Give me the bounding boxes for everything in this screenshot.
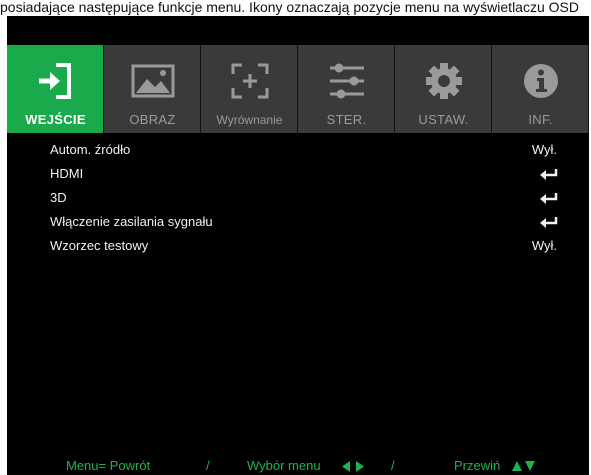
left-right-arrows-icon [342,460,364,475]
tab-info-label: INF. [528,112,553,127]
separator: / [206,458,210,473]
info-icon [492,59,589,103]
input-arrow-icon [7,59,104,103]
sliders-icon [298,59,395,103]
menu-item-signal-power-on[interactable]: Włączenie zasilania sygnału [7,210,589,234]
gear-icon [395,59,492,103]
menu-item-label: Autom. źródło [50,142,131,157]
tab-control-label: STER. [326,112,367,127]
enter-icon [539,216,559,232]
picture-icon [104,59,201,103]
enter-icon [539,192,559,208]
tab-settings[interactable]: USTAW. [395,45,492,133]
up-down-arrows-icon [512,459,536,474]
tab-input-label: WEJŚCIE [25,112,86,127]
menu-item-hdmi[interactable]: HDMI [7,162,589,186]
enter-icon [539,168,559,184]
menu-item-test-pattern[interactable]: Wzorzec testowy Wył. [7,234,589,258]
tab-info[interactable]: INF. [492,45,589,133]
tab-picture-label: OBRAZ [129,112,176,127]
separator: / [391,458,395,473]
menu-item-label: 3D [50,190,67,205]
tab-settings-label: USTAW. [418,112,469,127]
navigation-hint-bar: Menu= Powrót / Wybór menu / Przewiń [7,456,589,475]
menu-item-label: Wzorzec testowy [50,238,149,253]
alignment-icon [201,59,298,103]
input-menu-list: Autom. źródło Wył. HDMI 3D Włączenie zas… [7,138,589,258]
page-caption-fragment: posiadające następujące funkcje menu. Ik… [0,0,579,15]
menu-item-value: Wył. [531,142,557,157]
menu-item-value: Wył. [531,238,557,253]
menu-item-label: HDMI [50,166,84,181]
tab-alignment[interactable]: Wyrównanie [201,45,298,133]
tab-input[interactable]: WEJŚCIE [7,45,104,133]
menu-item-3d[interactable]: 3D [7,186,589,210]
tab-alignment-label: Wyrównanie [216,113,283,127]
osd-menu: WEJŚCIE OBRAZ Wyrównanie STER. USTAW. IN… [7,16,589,475]
scroll-hint: Przewiń [454,458,501,473]
menu-item-auto-source[interactable]: Autom. źródło Wył. [7,138,589,162]
menu-tabs: WEJŚCIE OBRAZ Wyrównanie STER. USTAW. IN… [7,45,589,133]
menu-return-hint: Menu= Powrót [66,458,151,473]
tab-picture[interactable]: OBRAZ [104,45,201,133]
menu-select-hint: Wybór menu [247,458,321,473]
tab-control[interactable]: STER. [298,45,395,133]
menu-item-label: Włączenie zasilania sygnału [50,214,213,229]
